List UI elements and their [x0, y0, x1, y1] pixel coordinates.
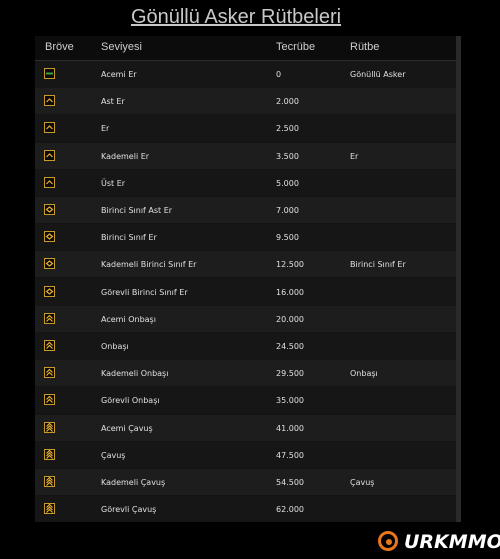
table-row: Onbaşı 24.500 — [35, 333, 456, 359]
level-cell: Acemi Çavuş — [101, 423, 153, 433]
exp-cell: 41.000 — [276, 423, 304, 433]
table-row: Kademeli Er 3.500 Er — [35, 142, 456, 169]
single-chevron-icon — [44, 176, 55, 188]
level-cell: Acemi Er — [101, 70, 137, 79]
level-cell: Acemi Onbaşı — [101, 314, 156, 324]
triple-chevron-icon — [44, 421, 55, 433]
table-header: Bröve Seviyesi Tecrübe Rütbe — [35, 36, 456, 61]
level-cell: Er — [101, 124, 110, 134]
rank-cell: Er — [350, 151, 359, 161]
level-cell: Kademeli Er — [101, 151, 150, 161]
exp-cell: 29.500 — [276, 369, 304, 379]
exp-cell: 24.500 — [276, 342, 304, 351]
rank-cell: Çavuş — [350, 478, 375, 487]
level-cell: Çavuş — [101, 450, 126, 460]
green-bar-icon — [44, 68, 55, 79]
double-chevron-icon — [44, 367, 55, 379]
rank-cell: Onbaşı — [350, 369, 378, 379]
level-cell: Görevli Çavuş — [101, 505, 157, 515]
ranks-table: Bröve Seviyesi Tecrübe Rütbe Acemi Er 0 Gö… — [35, 36, 461, 523]
level-cell: Görevli Birinci Sınıf Er — [101, 287, 188, 297]
level-cell: Onbaşı — [101, 342, 129, 351]
diamond-icon — [44, 204, 55, 215]
table-row: Er 2.500 — [35, 115, 456, 142]
diamond-icon — [44, 231, 55, 243]
level-cell: Üst Er — [101, 178, 126, 188]
table-row: Kademeli Çavuş 54.500 Çavuş — [35, 469, 456, 495]
diamond-icon — [44, 258, 55, 270]
table-row: Çavuş 47.500 — [35, 441, 456, 468]
page-title: Gönüllü Asker Rütbeleri — [130, 6, 342, 28]
exp-cell: 2.500 — [276, 124, 299, 134]
exp-cell: 16.000 — [276, 287, 304, 297]
exp-cell: 5.000 — [276, 178, 299, 188]
level-cell: Birinci Sınıf Ast Er — [101, 206, 173, 215]
rank-cell: Gönüllü Asker — [350, 70, 406, 79]
exp-cell: 2.000 — [276, 97, 299, 107]
table-row: Acemi Onbaşı 20.000 — [35, 305, 456, 332]
exp-cell: 62.000 — [276, 505, 304, 515]
header-rank: Rütbe — [350, 41, 380, 53]
header-level: Seviyesi — [101, 41, 142, 53]
turkmmo-ring-icon — [378, 531, 398, 551]
level-cell: Ast Er — [101, 97, 125, 107]
table-row: Görevli Onbaşı 35.000 — [35, 387, 456, 414]
exp-cell: 35.000 — [276, 396, 304, 406]
exp-cell: 9.500 — [276, 233, 299, 243]
logo-text: URKMMO — [404, 531, 500, 553]
level-cell: Kademeli Birinci Sınıf Er — [101, 260, 197, 270]
triple-chevron-icon — [44, 476, 55, 487]
exp-cell: 47.500 — [276, 450, 304, 460]
exp-cell: 54.500 — [276, 478, 304, 487]
level-cell: Kademeli Çavuş — [101, 478, 166, 487]
table-row: Acemi Çavuş 41.000 — [35, 414, 456, 441]
table-row: Görevli Birinci Sınıf Er 16.000 — [35, 278, 456, 305]
exp-cell: 3.500 — [276, 151, 299, 161]
level-cell: Kademeli Onbaşı — [101, 369, 169, 379]
level-cell: Birinci Sınıf Er — [101, 233, 157, 243]
scrollbar[interactable] — [456, 36, 461, 522]
exp-cell: 0 — [276, 70, 282, 79]
single-chevron-icon — [44, 95, 55, 107]
table-row: Birinci Sınıf Er 9.500 — [35, 224, 456, 251]
level-cell: Görevli Onbaşı — [101, 396, 160, 406]
table-row: Kademeli Birinci Sınıf Er 12.500 Birinci S… — [35, 251, 456, 278]
diamond-icon — [44, 285, 55, 297]
exp-cell: 20.000 — [276, 314, 304, 324]
double-chevron-icon — [44, 394, 55, 406]
exp-cell: 12.500 — [276, 260, 304, 270]
triple-chevron-icon — [44, 503, 55, 515]
header-exp: Tecrübe — [276, 41, 316, 53]
single-chevron-icon — [44, 149, 55, 161]
triple-chevron-icon — [44, 448, 55, 460]
table-row: Ast Er 2.000 — [35, 88, 456, 115]
rank-cell: Birinci Sınıf Er — [350, 260, 406, 270]
table-row: Kademeli Onbaşı 29.500 Onbaşı — [35, 360, 456, 387]
table-row: Görevli Çavuş 62.000 — [35, 496, 456, 523]
exp-cell: 7.000 — [276, 206, 299, 215]
double-chevron-icon — [44, 312, 55, 324]
header-badge: Bröve — [45, 41, 74, 53]
table-row: Acemi Er 0 Gönüllü Asker — [35, 61, 456, 87]
double-chevron-icon — [44, 340, 55, 351]
table-row: Birinci Sınıf Ast Er 7.000 — [35, 197, 456, 223]
turkmmo-logo[interactable]: URKMMO — [374, 527, 500, 557]
single-chevron-icon — [44, 122, 55, 134]
table-row: Üst Er 5.000 — [35, 169, 456, 196]
